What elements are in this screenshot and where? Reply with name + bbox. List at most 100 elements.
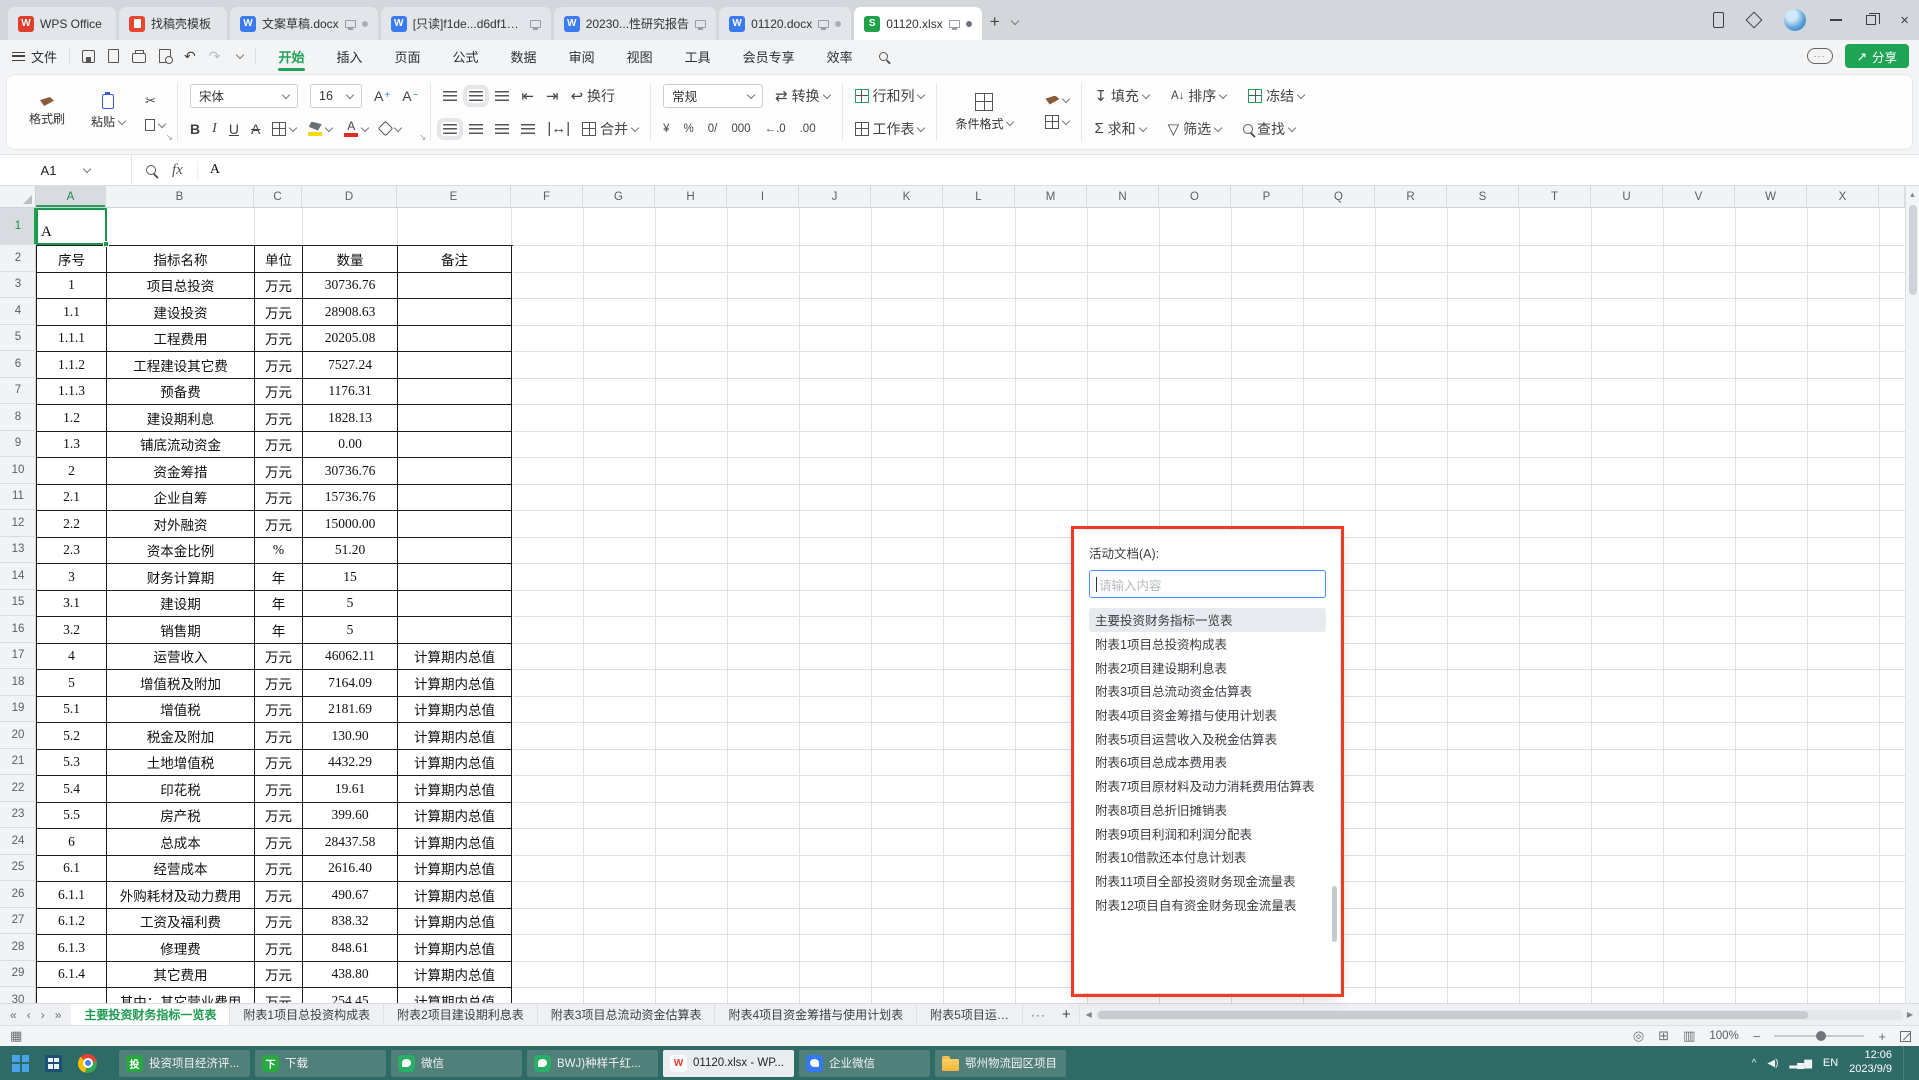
column-header-A[interactable]: A — [36, 186, 106, 208]
find-button[interactable]: 查找 — [1243, 119, 1295, 139]
table-cell[interactable] — [398, 379, 512, 406]
table-cell[interactable]: 万元 — [255, 273, 303, 300]
table-cell[interactable]: 预备费 — [107, 379, 255, 406]
fill-button[interactable]: ↧ 填充 — [1094, 86, 1148, 106]
popup-list-item[interactable]: 附表4项目资金筹措与使用计划表 — [1089, 703, 1326, 727]
fill-color-button[interactable] — [308, 122, 332, 136]
tab-list-chevron-icon[interactable] — [1010, 17, 1018, 25]
row-header-13[interactable]: 13 — [0, 537, 36, 564]
menu-tab[interactable]: 页面 — [379, 40, 437, 72]
table-cell[interactable]: 万元 — [255, 962, 303, 989]
table-cell[interactable]: 财务计算期 — [107, 564, 255, 591]
table-cell[interactable] — [398, 617, 512, 644]
table-cell[interactable]: 0.00 — [303, 432, 398, 459]
table-cell[interactable]: 建设期 — [107, 591, 255, 618]
column-header-M[interactable]: M — [1015, 186, 1087, 208]
formula-search-icon[interactable] — [146, 165, 156, 175]
row-header-26[interactable]: 26 — [0, 881, 36, 908]
font-size-select[interactable]: 16 — [310, 84, 362, 108]
freeze-button[interactable]: 冻结 — [1248, 86, 1304, 106]
cut-button[interactable]: ✂ — [145, 93, 165, 109]
sheet-tab[interactable]: 附表4项目资金筹措与使用计划表 — [715, 1004, 917, 1025]
sheet-tab[interactable]: 附表5项目运… — [917, 1004, 1023, 1025]
table-cell[interactable]: 万元 — [255, 882, 303, 909]
table-cell[interactable]: 4432.29 — [303, 750, 398, 777]
page-layout-view-icon[interactable]: ▥ — [1683, 1028, 1695, 1044]
network-icon[interactable]: ▂▄▆ — [1789, 1058, 1811, 1069]
table-cell[interactable]: 计算期内总值 — [398, 723, 512, 750]
sheet-tab[interactable]: 附表3项目总流动资金估算表 — [538, 1004, 716, 1025]
first-sheet-icon[interactable]: « — [10, 1008, 17, 1022]
column-header-I[interactable]: I — [727, 186, 799, 208]
column-header-B[interactable]: B — [106, 186, 254, 208]
table-cell[interactable]: 工程费用 — [107, 326, 255, 353]
popup-list-item[interactable]: 主要投资财务指标一览表 — [1089, 608, 1326, 632]
save-icon[interactable] — [82, 50, 95, 63]
taskbar-button[interactable]: W01120.xlsx - WP... — [663, 1050, 794, 1077]
taskbar-button[interactable]: BWJ)种样千红... — [527, 1050, 658, 1077]
currency-format-icon[interactable]: ¥ — [663, 123, 669, 135]
mobile-sync-icon[interactable] — [1713, 12, 1724, 28]
row-header-15[interactable]: 15 — [0, 590, 36, 617]
table-cell[interactable]: 土地增值税 — [107, 750, 255, 777]
table-cell[interactable]: 建设期利息 — [107, 405, 255, 432]
table-cell[interactable]: 20205.08 — [303, 326, 398, 353]
font-name-select[interactable]: 宋体 — [190, 84, 298, 108]
table-cell[interactable]: 万元 — [255, 697, 303, 724]
wrap-text-button[interactable]: ↩ 换行 — [571, 86, 615, 106]
eye-protect-icon[interactable]: ◎ — [1633, 1028, 1644, 1044]
row-header-16[interactable]: 16 — [0, 616, 36, 643]
table-header-cell[interactable]: 备注 — [398, 246, 512, 273]
horizontal-scrollbar[interactable]: ◀ ▶ — [1080, 1010, 1919, 1020]
column-header-V[interactable]: V — [1663, 186, 1735, 208]
table-cell[interactable]: 51.20 — [303, 538, 398, 565]
zoom-in-icon[interactable]: + — [1878, 1029, 1886, 1044]
table-cell[interactable] — [398, 299, 512, 326]
table-cell[interactable] — [398, 511, 512, 538]
table-cell[interactable]: 税金及附加 — [107, 723, 255, 750]
table-header-cell[interactable]: 数量 — [303, 246, 398, 273]
paste-button[interactable]: 粘贴 — [85, 94, 131, 130]
print-preview-icon[interactable] — [159, 49, 171, 63]
table-cell[interactable]: 万元 — [255, 299, 303, 326]
zoom-out-icon[interactable]: − — [1753, 1029, 1761, 1044]
taskbar-clock[interactable]: 12:06 2023/9/9 — [1849, 1049, 1892, 1077]
row-header-1[interactable]: 1 — [0, 208, 36, 245]
next-sheet-icon[interactable]: › — [41, 1008, 45, 1022]
table-cell[interactable]: 7527.24 — [303, 352, 398, 379]
table-cell[interactable]: 399.60 — [303, 803, 398, 830]
menu-tab[interactable]: 视图 — [611, 40, 669, 72]
row-header-9[interactable]: 9 — [0, 431, 36, 458]
app-center-icon[interactable] — [1746, 12, 1763, 29]
table-cell[interactable]: 工程建设其它费 — [107, 352, 255, 379]
sheet-tab[interactable]: 附表1项目总投资构成表 — [230, 1004, 384, 1025]
table-cell[interactable]: 2 — [37, 458, 107, 485]
table-cell[interactable]: 1.1.2 — [37, 352, 107, 379]
column-header-D[interactable]: D — [302, 186, 397, 208]
table-cell[interactable]: 万元 — [255, 405, 303, 432]
table-cell[interactable]: 计算期内总值 — [398, 882, 512, 909]
redo-icon[interactable]: ↷ — [209, 48, 221, 65]
table-cell[interactable]: 资金筹措 — [107, 458, 255, 485]
row-header-11[interactable]: 11 — [0, 484, 36, 511]
table-cell[interactable]: 计算期内总值 — [398, 776, 512, 803]
row-header-22[interactable]: 22 — [0, 775, 36, 802]
row-header-28[interactable]: 28 — [0, 934, 36, 961]
table-cell[interactable]: 万元 — [255, 644, 303, 671]
table-cell[interactable]: 30736.76 — [303, 458, 398, 485]
table-cell[interactable]: 6.1.4 — [37, 962, 107, 989]
row-header-5[interactable]: 5 — [0, 325, 36, 352]
table-header-cell[interactable]: 单位 — [255, 246, 303, 273]
popup-list-item[interactable]: 附表7项目原材料及动力消耗费用估算表 — [1089, 774, 1326, 798]
table-cell[interactable]: 5 — [303, 617, 398, 644]
table-header-cell[interactable]: 指标名称 — [107, 246, 255, 273]
column-header-E[interactable]: E — [397, 186, 511, 208]
row-header-7[interactable]: 7 — [0, 378, 36, 405]
table-cell[interactable]: 计算期内总值 — [398, 803, 512, 830]
table-cell[interactable] — [398, 326, 512, 353]
table-cell[interactable]: 其中：其它营业费用 — [107, 988, 255, 1003]
clear-format-button[interactable] — [380, 123, 401, 134]
align-center-icon[interactable] — [469, 124, 483, 134]
decrease-decimal-icon[interactable]: ←.0 — [765, 123, 786, 135]
popup-list-item[interactable]: 附表12项目自有资金财务现金流量表 — [1089, 892, 1326, 916]
